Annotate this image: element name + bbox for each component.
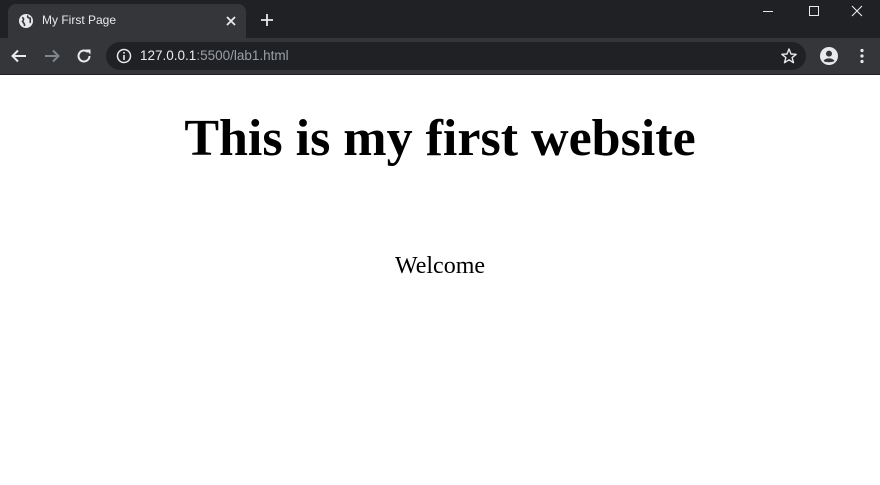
close-window-button[interactable] bbox=[834, 0, 880, 22]
page-content: This is my first website Welcome bbox=[0, 75, 880, 485]
url-path: :5500/lab1.html bbox=[196, 48, 289, 63]
close-window-icon bbox=[851, 5, 863, 17]
reload-icon[interactable] bbox=[75, 47, 93, 65]
page-heading: This is my first website bbox=[184, 110, 696, 167]
welcome-text: Welcome bbox=[394, 253, 486, 279]
browser-toolbar: 127.0.0.1:5500/lab1.html bbox=[0, 38, 880, 74]
maximize-button[interactable] bbox=[791, 0, 837, 22]
url-host: 127.0.0.1 bbox=[140, 48, 197, 63]
globe-icon bbox=[19, 14, 33, 28]
profile-icon[interactable] bbox=[819, 46, 839, 66]
star-icon[interactable] bbox=[780, 47, 798, 65]
menu-icon[interactable] bbox=[853, 47, 871, 65]
new-tab-icon[interactable] bbox=[259, 12, 275, 28]
info-icon[interactable] bbox=[116, 48, 132, 64]
url-text[interactable]: 127.0.0.1:5500/lab1.html bbox=[140, 48, 289, 64]
minimize-button[interactable] bbox=[745, 0, 791, 22]
back-icon[interactable] bbox=[10, 47, 28, 65]
forward-icon[interactable] bbox=[43, 47, 61, 65]
minimize-icon bbox=[763, 11, 773, 12]
address-bar[interactable]: 127.0.0.1:5500/lab1.html bbox=[106, 42, 806, 70]
tab-title: My First Page bbox=[42, 13, 117, 27]
maximize-icon bbox=[809, 6, 819, 16]
browser-titlebar: My First Page bbox=[0, 0, 880, 38]
close-tab-icon[interactable] bbox=[224, 14, 238, 28]
browser-tab[interactable]: My First Page bbox=[8, 4, 246, 38]
